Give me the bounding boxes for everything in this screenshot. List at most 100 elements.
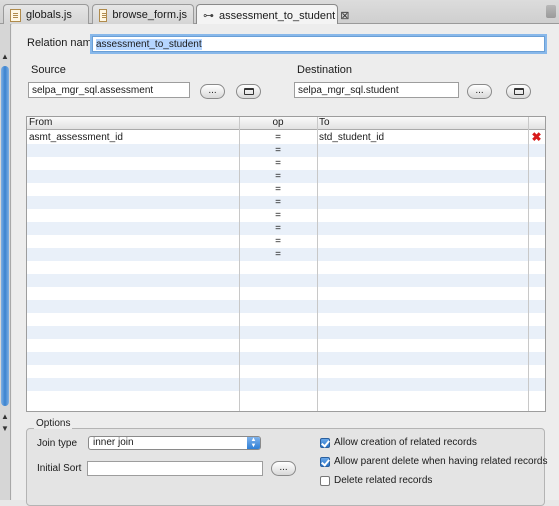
relation-name-field[interactable]: assessment_to_student: [92, 36, 545, 52]
column-divider: [239, 117, 240, 411]
table-row[interactable]: [27, 365, 545, 378]
view-menu-button[interactable]: [546, 5, 556, 18]
cell-from[interactable]: [27, 170, 239, 183]
table-row[interactable]: =: [27, 235, 545, 248]
cell-to[interactable]: [317, 170, 527, 183]
table-row[interactable]: [27, 339, 545, 352]
cell-to[interactable]: [317, 157, 527, 170]
tray-icon: [243, 88, 254, 95]
source-tray-button[interactable]: [236, 84, 261, 99]
options-title: Options: [34, 418, 73, 429]
initial-sort-browse-button[interactable]: ...: [271, 461, 296, 476]
js-file-icon: [99, 8, 108, 22]
table-row[interactable]: =: [27, 196, 545, 209]
cell-to[interactable]: [317, 235, 527, 248]
join-type-label: Join type: [37, 438, 78, 449]
cell-to[interactable]: [317, 222, 527, 235]
option-checkbox[interactable]: [320, 476, 330, 486]
cell-op[interactable]: =: [239, 170, 317, 183]
tab-label: assessment_to_student: [219, 9, 336, 22]
source-label: Source: [31, 64, 66, 76]
cell-from[interactable]: asmt_assessment_id: [27, 131, 239, 144]
scroll-down-icon[interactable]: ▼: [1, 424, 9, 433]
header-from[interactable]: From: [27, 117, 239, 130]
tab-label: globals.js: [26, 9, 72, 21]
option-checkbox[interactable]: [320, 438, 330, 448]
tab-browse-form-js[interactable]: browse_form.js: [92, 4, 194, 25]
table-row[interactable]: =: [27, 144, 545, 157]
join-type-value: inner join: [93, 437, 134, 448]
scroll-up-icon[interactable]: ▲: [1, 412, 9, 421]
cell-from[interactable]: [27, 196, 239, 209]
table-row[interactable]: [27, 352, 545, 365]
select-arrows-icon: ▲ ▼: [247, 437, 260, 449]
option-checkbox[interactable]: [320, 457, 330, 467]
destination-label: Destination: [297, 64, 353, 76]
cell-from[interactable]: [27, 183, 239, 196]
cell-to[interactable]: std_student_id: [317, 131, 527, 144]
table-row[interactable]: =: [27, 157, 545, 170]
table-row[interactable]: [27, 287, 545, 300]
cell-to[interactable]: [317, 183, 527, 196]
table-row[interactable]: =: [27, 170, 545, 183]
cell-to[interactable]: [317, 196, 527, 209]
cell-op[interactable]: =: [239, 144, 317, 157]
header-to[interactable]: To: [317, 117, 527, 130]
tab-assessment-to-student[interactable]: ⊶ assessment_to_student ⊠: [196, 4, 349, 26]
scroll-thumb[interactable]: [1, 66, 9, 406]
table-row[interactable]: =: [27, 248, 545, 261]
table-row[interactable]: [27, 326, 545, 339]
table-row[interactable]: [27, 378, 545, 391]
cell-op[interactable]: =: [239, 248, 317, 261]
cell-from[interactable]: [27, 144, 239, 157]
cell-from[interactable]: [27, 248, 239, 261]
js-file-icon: [10, 8, 21, 22]
table-row[interactable]: [27, 274, 545, 287]
tab-label: browse_form.js: [112, 9, 187, 21]
source-browse-button[interactable]: ...: [200, 84, 225, 99]
column-divider: [528, 117, 529, 411]
option-checkbox-label[interactable]: Delete related records: [334, 475, 432, 486]
initial-sort-field[interactable]: [87, 461, 263, 476]
table-row[interactable]: =: [27, 183, 545, 196]
cell-from[interactable]: [27, 157, 239, 170]
cell-to[interactable]: [317, 209, 527, 222]
option-checkbox-label[interactable]: Allow creation of related records: [334, 437, 477, 448]
table-row[interactable]: [27, 391, 545, 404]
scroll-up-icon[interactable]: ▲: [1, 52, 9, 61]
initial-sort-label: Initial Sort: [37, 463, 82, 474]
tray-icon: [513, 88, 524, 95]
cell-op[interactable]: =: [239, 131, 317, 144]
join-type-select[interactable]: inner join ▲ ▼: [88, 436, 261, 450]
table-row[interactable]: [27, 313, 545, 326]
source-field[interactable]: selpa_mgr_sql.assessment: [28, 82, 190, 98]
cell-op[interactable]: =: [239, 196, 317, 209]
relation-name-label: Relation name: [27, 37, 98, 49]
destination-browse-button[interactable]: ...: [467, 84, 492, 99]
delete-row-icon[interactable]: ✖: [531, 131, 542, 143]
cell-from[interactable]: [27, 235, 239, 248]
cell-op[interactable]: =: [239, 235, 317, 248]
left-scrollbar[interactable]: ▲ ▲ ▼: [0, 24, 11, 500]
destination-tray-button[interactable]: [506, 84, 531, 99]
cell-op[interactable]: =: [239, 209, 317, 222]
destination-field[interactable]: selpa_mgr_sql.student: [294, 82, 459, 98]
cell-to[interactable]: [317, 248, 527, 261]
table-row[interactable]: [27, 261, 545, 274]
cell-op[interactable]: =: [239, 222, 317, 235]
table-row[interactable]: asmt_assessment_id = std_student_id ✖: [27, 131, 545, 144]
column-mapping-table[interactable]: From op To asmt_assessment_id = std_studen…: [26, 116, 546, 412]
tab-globals-js[interactable]: globals.js: [3, 4, 89, 25]
cell-from[interactable]: [27, 209, 239, 222]
option-checkbox-label[interactable]: Allow parent delete when having related …: [334, 456, 547, 467]
cell-op[interactable]: =: [239, 157, 317, 170]
table-row[interactable]: =: [27, 222, 545, 235]
cell-to[interactable]: [317, 144, 527, 157]
cell-op[interactable]: =: [239, 183, 317, 196]
cell-from[interactable]: [27, 222, 239, 235]
table-row[interactable]: =: [27, 209, 545, 222]
relation-icon: ⊶: [203, 10, 214, 22]
close-tab-icon[interactable]: ⊠: [340, 9, 349, 22]
header-op[interactable]: op: [239, 117, 317, 130]
table-row[interactable]: [27, 300, 545, 313]
